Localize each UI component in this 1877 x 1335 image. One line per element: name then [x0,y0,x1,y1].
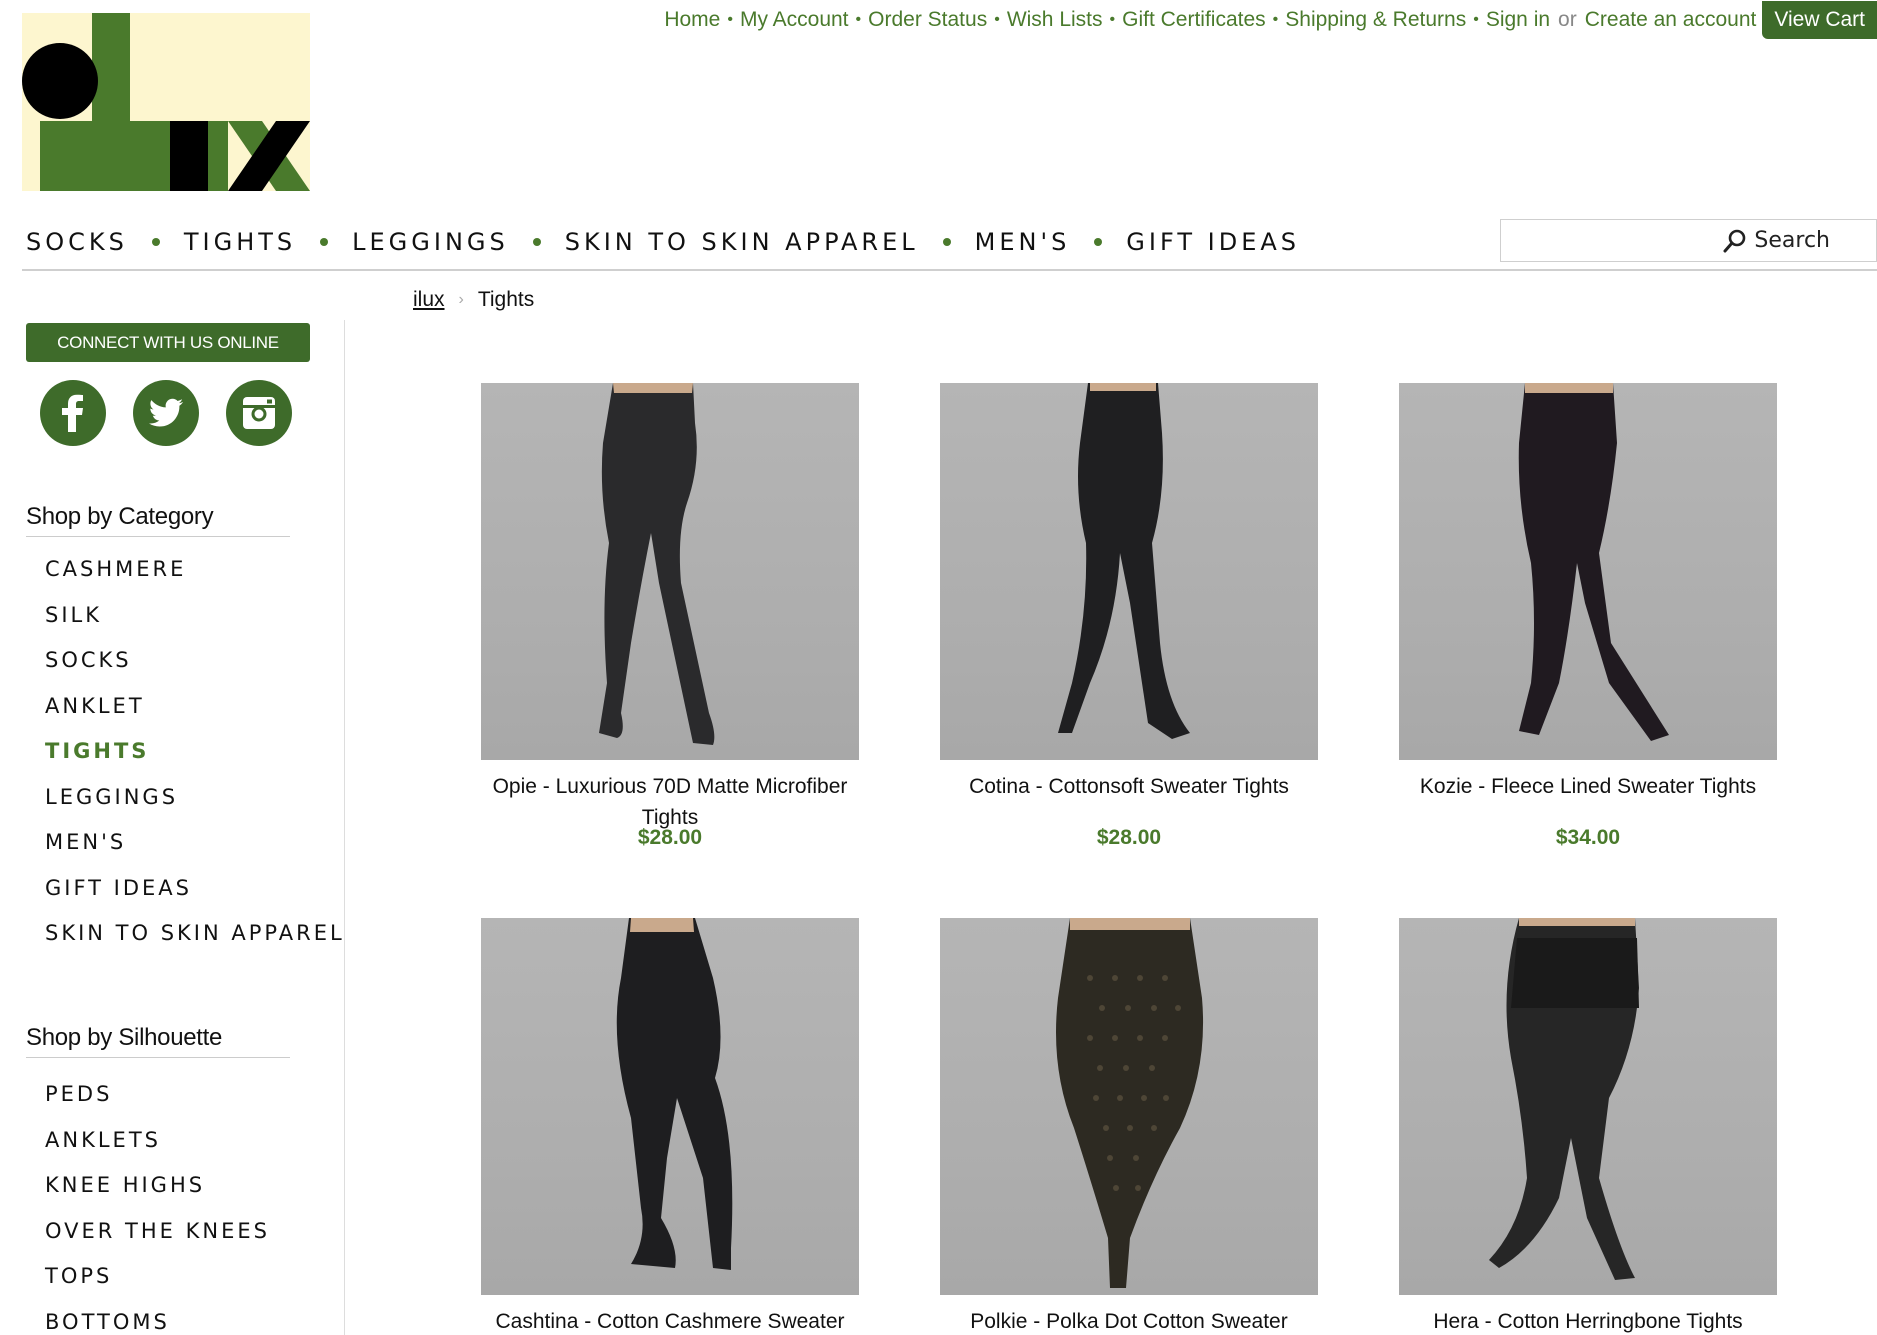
category-silk[interactable]: SILK [45,603,345,649]
silhouette-tops[interactable]: TOPS [45,1264,270,1310]
silhouette-knee-highs[interactable]: KNEE HIGHS [45,1173,270,1219]
product-name[interactable]: Cashtina - Cotton Cashmere Sweater [481,1306,859,1335]
order-status-link[interactable]: Order Status [868,8,987,32]
nav-gift-ideas[interactable]: GIFT IDEAS [1126,228,1300,256]
breadcrumb-current: Tights [477,288,535,311]
nav-leggings[interactable]: LEGGINGS [352,228,509,256]
separator: • [1272,11,1279,28]
category-gift-ideas[interactable]: GIFT IDEAS [45,876,345,922]
product-image[interactable] [940,918,1318,1295]
breadcrumb: ilux › Tights [413,288,534,312]
nav-dot [1094,238,1103,246]
product-price: $28.00 [1096,826,1162,849]
category-socks[interactable]: SOCKS [45,648,345,694]
separator: • [727,11,733,28]
facebook-icon[interactable] [40,380,106,446]
category-leggings[interactable]: LEGGINGS [45,785,345,831]
instagram-icon[interactable] [226,380,292,446]
shop-by-silhouette-heading: Shop by Silhouette [26,1024,223,1051]
sign-in-link[interactable]: Sign in [1486,8,1550,32]
product-name[interactable]: Hera - Cotton Herringbone Tights [1399,1306,1777,1335]
product-price: $34.00 [1555,826,1621,849]
shop-by-category-heading: Shop by Category [26,503,214,530]
product-price: $28.00 [637,826,703,849]
nav-skin-to-skin-apparel[interactable]: SKIN TO SKIN APPAREL [565,228,919,256]
silhouette-over-the-knees[interactable]: OVER THE KNEES [45,1219,270,1265]
heading-rule [26,1057,290,1058]
product-card[interactable]: Kozie - Fleece Lined Sweater Tights $34.… [1399,383,1777,849]
shipping-returns-link[interactable]: Shipping & Returns [1285,8,1466,32]
main-nav: SOCKS TIGHTS LEGGINGS SKIN TO SKIN APPAR… [26,228,1300,256]
product-image[interactable] [481,383,859,760]
ilux-logo[interactable] [22,13,310,191]
product-card[interactable]: Cashtina - Cotton Cashmere Sweater [481,918,859,1335]
nav-dot [151,238,160,246]
view-cart-button[interactable]: View Cart [1762,1,1877,39]
separator: • [1109,11,1116,28]
product-image[interactable] [940,383,1318,760]
silhouette-anklets[interactable]: ANKLETS [45,1128,270,1174]
or-text: or [1558,8,1577,31]
nav-socks[interactable]: SOCKS [26,228,128,256]
product-card[interactable]: Polkie - Polka Dot Cotton Sweater Tights [940,918,1318,1335]
category-tights[interactable]: TIGHTS [45,739,345,785]
product-name[interactable]: Polkie - Polka Dot Cotton Sweater Tights [940,1306,1318,1335]
product-image[interactable] [1399,918,1777,1295]
product-name[interactable]: Opie - Luxurious 70D Matte Microfiber Ti… [481,771,859,833]
category-anklet[interactable]: ANKLET [45,694,345,740]
nav-dot [942,238,951,246]
product-card[interactable]: Hera - Cotton Herringbone Tights [1399,918,1777,1335]
product-card[interactable]: Opie - Luxurious 70D Matte Microfiber Ti… [481,383,859,849]
product-name[interactable]: Kozie - Fleece Lined Sweater Tights [1399,771,1777,802]
separator: • [855,11,862,28]
silhouette-bottoms[interactable]: BOTTOMS [45,1310,270,1335]
separator: • [1473,11,1479,28]
category-cashmere[interactable]: CASHMERE [45,557,345,603]
silhouette-list: PEDS ANKLETS KNEE HIGHS OVER THE KNEES T… [45,1082,270,1335]
gift-certificates-link[interactable]: Gift Certificates [1122,8,1266,32]
breadcrumb-home-link[interactable]: ilux [413,288,445,312]
search-input[interactable]: Search [1500,219,1877,262]
search-icon[interactable] [1722,228,1748,254]
product-name[interactable]: Cotina - Cottonsoft Sweater Tights [940,771,1318,802]
category-mens[interactable]: MEN'S [45,830,345,876]
home-link[interactable]: Home [664,8,720,32]
category-list: CASHMERE SILK SOCKS ANKLET TIGHTS LEGGIN… [45,557,345,967]
nav-tights[interactable]: TIGHTS [184,228,296,256]
product-card[interactable]: Cotina - Cottonsoft Sweater Tights $28.0… [940,383,1318,849]
top-links: Home • My Account • Order Status • Wish … [664,0,1877,40]
create-account-link[interactable]: Create an account [1585,8,1757,32]
my-account-link[interactable]: My Account [740,8,849,32]
nav-dot [532,238,541,246]
wish-lists-link[interactable]: Wish Lists [1007,8,1103,32]
separator: • [994,11,1000,28]
category-skin-to-skin-apparel[interactable]: SKIN TO SKIN APPAREL [45,921,345,967]
heading-rule [26,536,290,537]
nav-mens[interactable]: MEN'S [975,228,1071,256]
silhouette-peds[interactable]: PEDS [45,1082,270,1128]
product-image[interactable] [481,918,859,1295]
connect-with-us-banner: CONNECT WITH US ONLINE [26,323,310,362]
product-image[interactable] [1399,383,1777,760]
twitter-icon[interactable] [133,380,199,446]
search-label[interactable]: Search [1754,228,1830,253]
breadcrumb-separator: › [458,291,464,308]
nav-divider [22,269,1877,271]
nav-dot [320,238,329,246]
